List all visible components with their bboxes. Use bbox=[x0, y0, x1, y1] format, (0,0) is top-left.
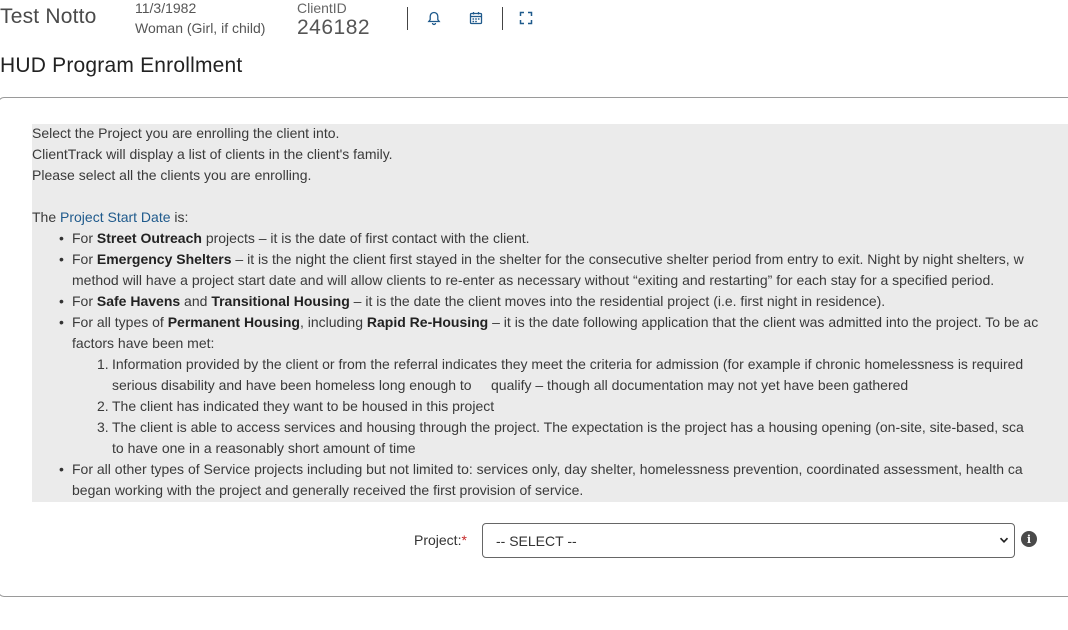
bullet-permanent-housing-cont: factors have been met: bbox=[72, 335, 215, 351]
intro-line: Select the Project you are enrolling the… bbox=[32, 125, 340, 141]
bullet-service-projects: For all other types of Service projects … bbox=[72, 461, 1023, 477]
required-marker: * bbox=[461, 532, 467, 548]
header-divider bbox=[502, 7, 503, 30]
list-number: 2. bbox=[97, 398, 109, 414]
criteria-item-1-cont: serious disability and have been homeles… bbox=[112, 377, 909, 393]
bullet-permanent-housing: For all types of Permanent Housing, incl… bbox=[72, 314, 1039, 330]
calendar-icon[interactable] bbox=[468, 10, 484, 26]
client-gender: Woman (Girl, if child) bbox=[135, 20, 266, 36]
expand-icon[interactable] bbox=[518, 10, 534, 26]
client-id-value: 246182 bbox=[297, 16, 371, 39]
bullet-dot: • bbox=[59, 293, 64, 309]
project-select[interactable]: -- SELECT -- bbox=[482, 523, 1015, 558]
project-start-date-link[interactable]: Project Start Date bbox=[60, 209, 171, 225]
page-title: HUD Program Enrollment bbox=[0, 54, 243, 77]
bullet-dot: • bbox=[59, 314, 64, 330]
client-name: Test Notto bbox=[0, 5, 97, 28]
criteria-item-1: Information provided by the client or fr… bbox=[112, 356, 1024, 372]
bullet-dot: • bbox=[59, 461, 64, 477]
intro-line: ClientTrack will display a list of clien… bbox=[32, 146, 393, 162]
bullet-street-outreach: For Street Outreach projects – it is the… bbox=[72, 230, 530, 246]
bullet-dot: • bbox=[59, 230, 64, 246]
info-icon[interactable]: i bbox=[1021, 531, 1037, 547]
bullet-service-projects-cont: began working with the project and gener… bbox=[72, 482, 584, 498]
criteria-item-2: The client has indicated they want to be… bbox=[112, 398, 495, 414]
bullet-emergency-shelters: For Emergency Shelters – it is the night… bbox=[72, 251, 1024, 267]
client-dob: 11/3/1982 bbox=[135, 0, 197, 16]
project-select-value: -- SELECT -- bbox=[496, 533, 577, 549]
header-divider bbox=[407, 7, 408, 30]
client-id-label: ClientID bbox=[297, 0, 347, 16]
start-date-heading: The Project Start Date is: bbox=[32, 209, 189, 225]
list-number: 3. bbox=[97, 419, 109, 435]
criteria-item-3: The client is able to access services an… bbox=[112, 419, 1024, 435]
bullet-dot: • bbox=[59, 251, 64, 267]
bullet-safe-havens: For Safe Havens and Transitional Housing… bbox=[72, 293, 886, 309]
chevron-down-icon bbox=[999, 537, 1009, 544]
project-label: Project:* bbox=[414, 532, 467, 548]
criteria-item-3-cont: to have one in a reasonably short amount… bbox=[112, 440, 416, 456]
intro-line: Please select all the clients you are en… bbox=[32, 167, 312, 183]
list-number: 1. bbox=[97, 356, 109, 372]
bullet-emergency-shelters-cont: method will have a project start date an… bbox=[72, 272, 995, 288]
bell-icon[interactable] bbox=[426, 10, 442, 26]
